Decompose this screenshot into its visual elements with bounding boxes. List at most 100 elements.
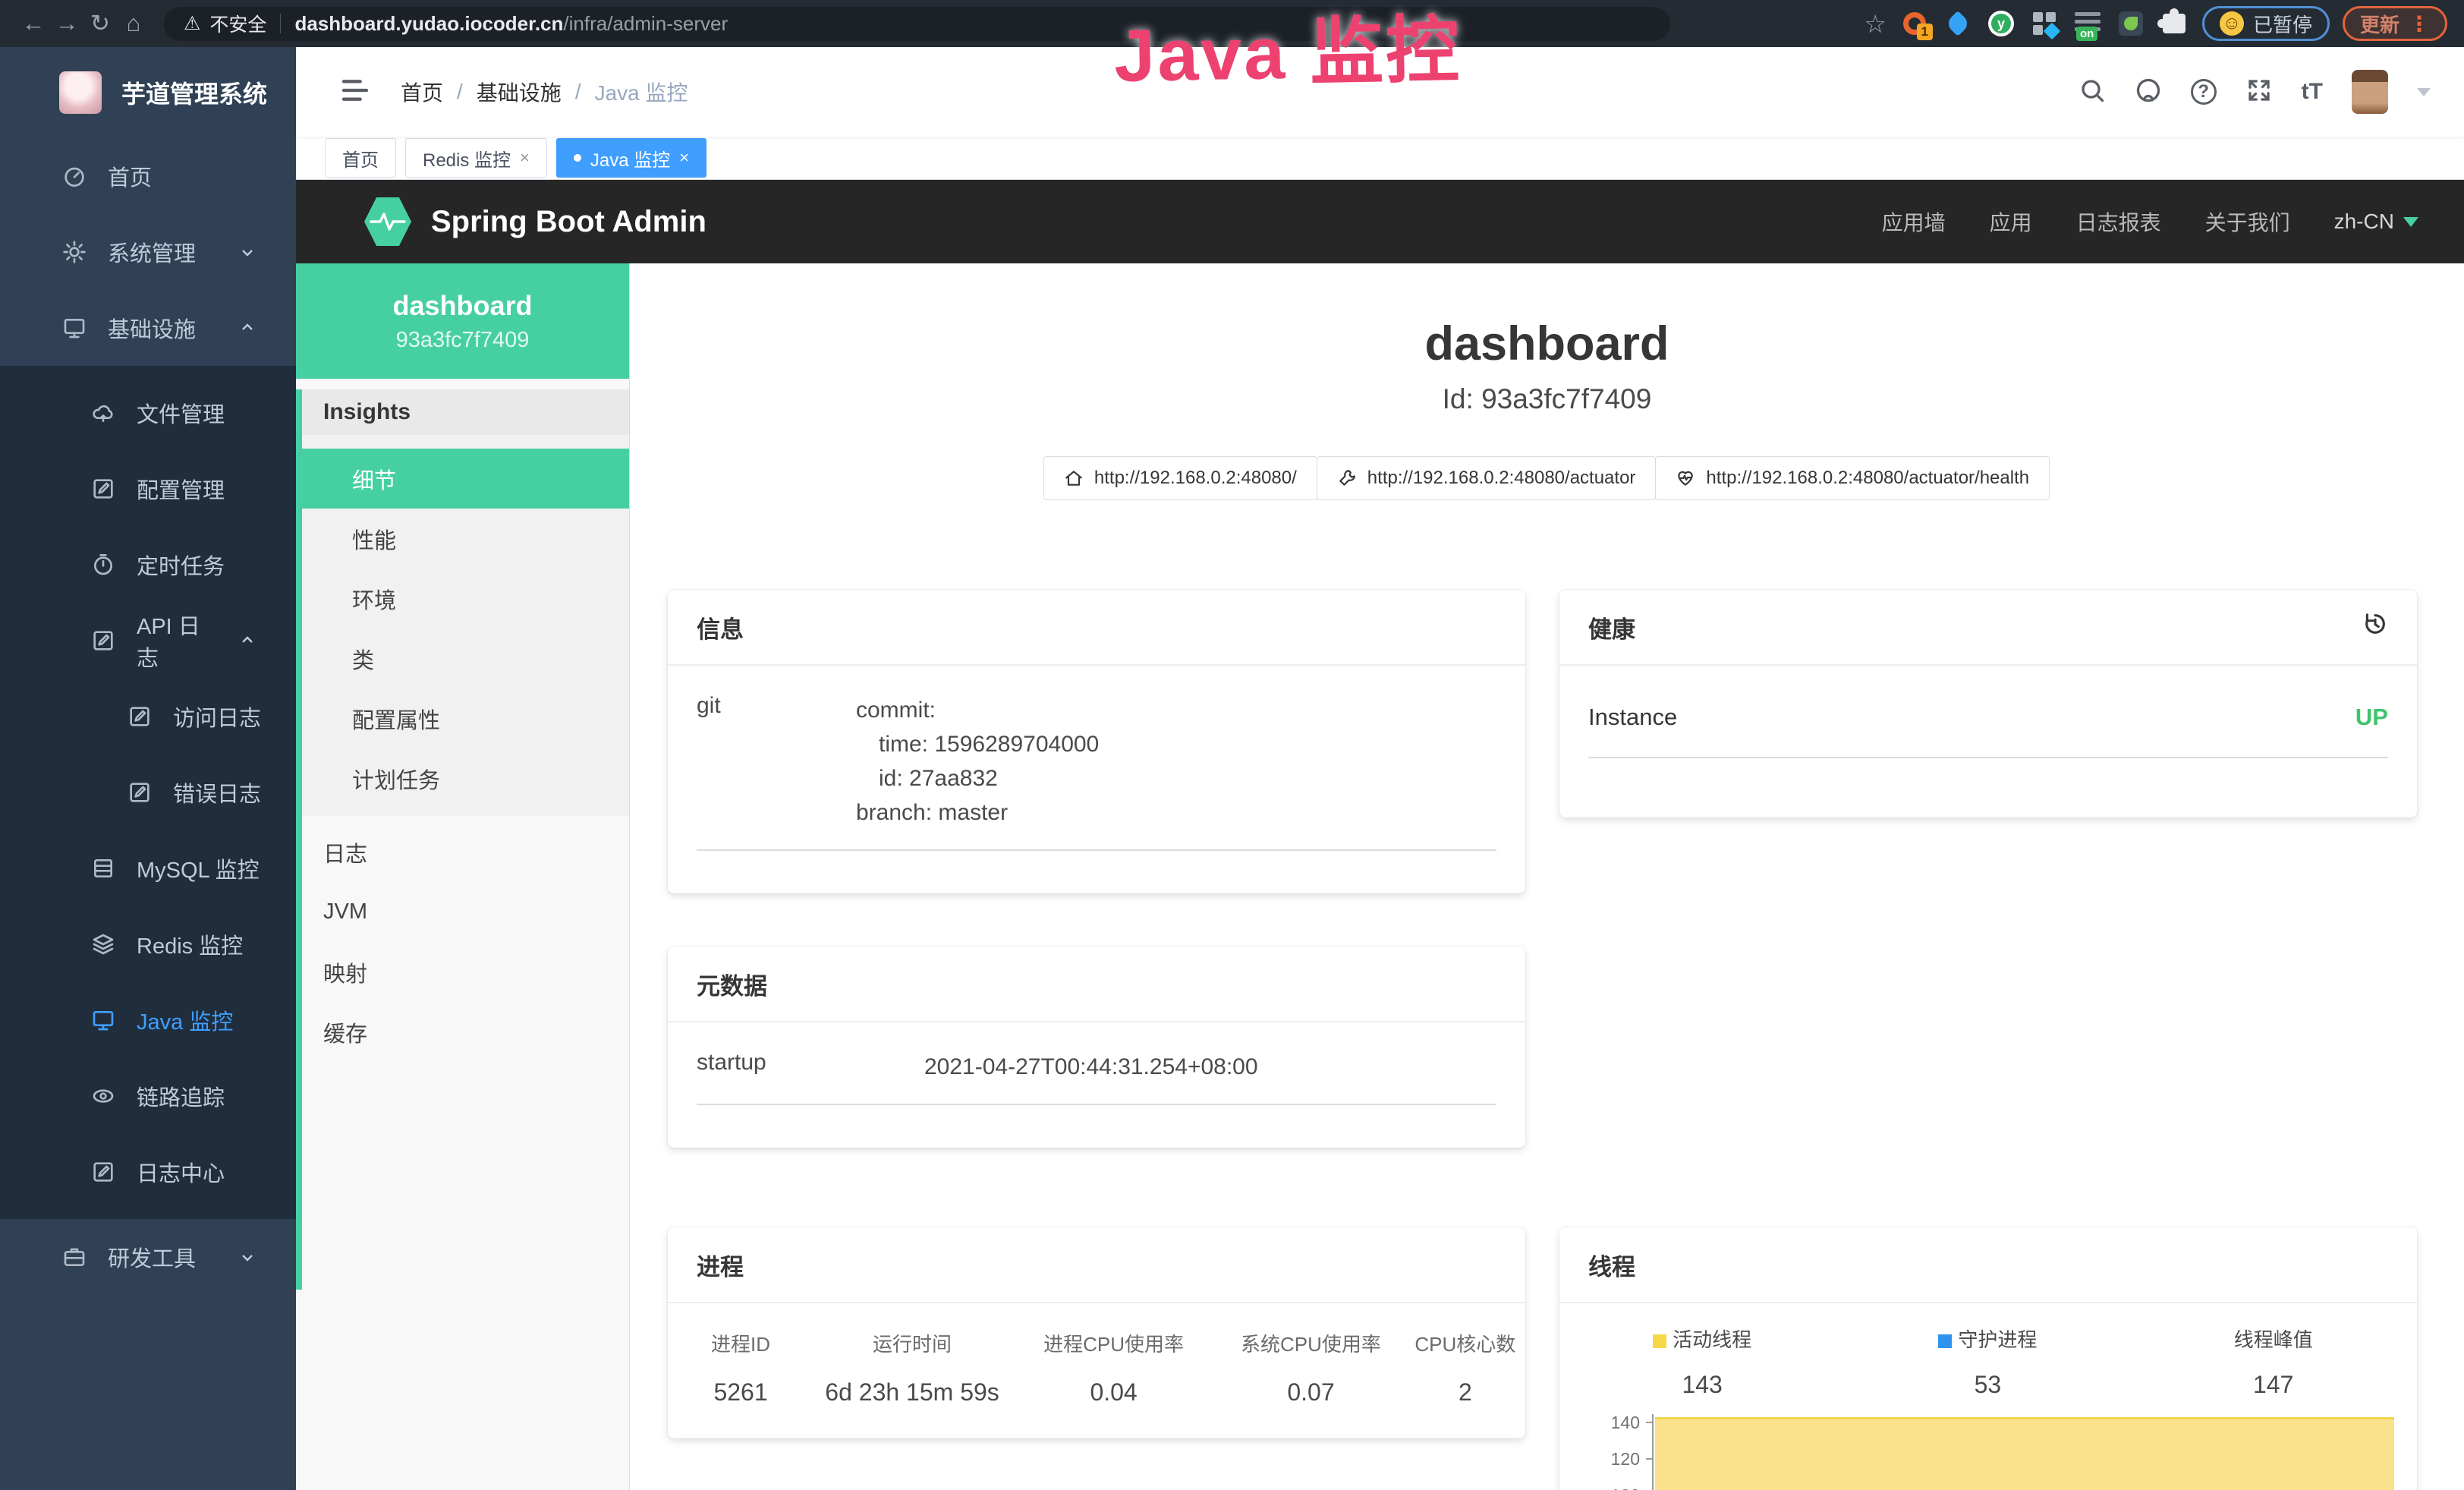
tab-label: Redis 监控 bbox=[423, 145, 511, 172]
tab-home[interactable]: 首页 bbox=[325, 138, 396, 178]
process-card: 进程 进程ID 5261 运行时间 6d 23h 15m 59s bbox=[668, 1227, 1525, 1438]
search-icon[interactable] bbox=[2079, 77, 2106, 108]
info-value: commit: time: 1596289704000 id: 27aa832 … bbox=[856, 693, 1496, 830]
health-instance-label: Instance bbox=[1588, 704, 1677, 731]
update-button[interactable]: 更新 ⋮ bbox=[2343, 6, 2447, 41]
breadcrumb-home[interactable]: 首页 bbox=[401, 77, 443, 107]
service-url-button[interactable]: http://192.168.0.2:48080/ bbox=[1043, 456, 1317, 500]
sidebar-item-config[interactable]: 配置管理 bbox=[0, 451, 296, 527]
menu-item-details[interactable]: 细节 bbox=[302, 449, 629, 509]
extension-grid-icon[interactable] bbox=[2029, 8, 2060, 39]
cpu-cores: CPU核心数 2 bbox=[1405, 1329, 1525, 1407]
card-title: 健康 bbox=[1588, 610, 1635, 644]
breadcrumb-infra[interactable]: 基础设施 bbox=[477, 77, 562, 107]
sba-nav-journal[interactable]: 日志报表 bbox=[2076, 206, 2161, 237]
actuator-url-button[interactable]: http://192.168.0.2:48080/actuator bbox=[1317, 456, 1657, 500]
instance-header[interactable]: dashboard 93a3fc7f7409 bbox=[296, 263, 629, 379]
extension-on-icon[interactable]: on bbox=[2072, 8, 2103, 39]
sidebar-item-tracing[interactable]: 链路追踪 bbox=[0, 1058, 296, 1134]
menu-item-classes[interactable]: 类 bbox=[302, 628, 629, 688]
chevron-down-icon bbox=[238, 1248, 256, 1266]
instance-links: http://192.168.0.2:48080/ http://192.168… bbox=[630, 456, 2464, 500]
health-url-button[interactable]: http://192.168.0.2:48080/actuator/health bbox=[1655, 456, 2050, 500]
legend-live-threads: 活动线程 bbox=[1559, 1325, 1845, 1353]
menu-item-logs[interactable]: 日志 bbox=[302, 822, 629, 882]
sidebar-item-api-log[interactable]: API 日志 bbox=[0, 603, 296, 679]
gauge-icon bbox=[62, 164, 87, 188]
extension-orange-icon[interactable]: 1 bbox=[1899, 8, 1930, 39]
extension-leaf-icon[interactable] bbox=[2116, 8, 2146, 39]
sba-nav-applications[interactable]: 应用 bbox=[1990, 206, 2032, 237]
url-host: dashboard.yudao.iocoder.cn bbox=[294, 12, 563, 36]
font-size-icon[interactable]: tT bbox=[2302, 79, 2323, 105]
threads-area-series bbox=[1655, 1417, 2394, 1490]
health-url: http://192.168.0.2:48080/actuator/health bbox=[1706, 468, 2029, 489]
close-icon[interactable]: × bbox=[520, 148, 530, 168]
sidebar-item-label: 访问日志 bbox=[173, 701, 261, 732]
menu-dots-icon[interactable]: ⋮ bbox=[2409, 11, 2430, 36]
sidebar-item-dev-tools[interactable]: 研发工具 bbox=[0, 1219, 296, 1295]
user-avatar[interactable] bbox=[2352, 70, 2388, 114]
sidebar-item-error-log[interactable]: 错误日志 bbox=[0, 754, 296, 830]
menu-item-jvm[interactable]: JVM bbox=[302, 882, 629, 942]
sidebar-item-infra[interactable]: 基础设施 bbox=[0, 290, 296, 366]
sidebar-item-label: 定时任务 bbox=[137, 549, 225, 581]
menu-item-config-props[interactable]: 配置属性 bbox=[302, 688, 629, 748]
annotation-text: Java 监控 bbox=[1113, 0, 1462, 102]
tab-redis-monitor[interactable]: Redis 监控 × bbox=[405, 138, 547, 178]
not-secure-icon: ⚠ bbox=[184, 12, 200, 35]
app-title: 芋道管理系统 bbox=[121, 75, 267, 110]
menu-item-environment[interactable]: 环境 bbox=[302, 569, 629, 628]
hamburger-icon[interactable] bbox=[340, 75, 370, 109]
chevron-up-icon bbox=[238, 319, 256, 337]
close-icon[interactable]: × bbox=[679, 148, 689, 168]
menu-item-caches[interactable]: 缓存 bbox=[302, 1002, 629, 1062]
help-icon[interactable]: ? bbox=[2191, 79, 2217, 105]
metadata-value: 2021-04-27T00:44:31.254+08:00 bbox=[924, 1050, 1496, 1084]
sba-nav-wallboard[interactable]: 应用墙 bbox=[1882, 206, 1946, 237]
update-label: 更新 bbox=[2360, 10, 2399, 38]
service-url: http://192.168.0.2:48080/ bbox=[1094, 468, 1297, 489]
menu-section-insights[interactable]: Insights bbox=[302, 389, 629, 435]
sidebar-item-system[interactable]: 系统管理 bbox=[0, 214, 296, 290]
sidebar-item-label: API 日志 bbox=[137, 609, 217, 673]
forward-icon[interactable]: → bbox=[50, 10, 83, 37]
sidebar-item-label: 首页 bbox=[108, 160, 152, 192]
bookmark-star-icon[interactable]: ☆ bbox=[1864, 9, 1887, 39]
edit-icon bbox=[91, 1160, 115, 1184]
menu-item-metrics[interactable]: 性能 bbox=[302, 509, 629, 569]
threads-card: 线程 活动线程 守护进程 线程峰值 bbox=[1559, 1227, 2417, 1490]
menu-item-scheduled-tasks[interactable]: 计划任务 bbox=[302, 748, 629, 808]
sba-brand[interactable]: Spring Boot Admin bbox=[431, 205, 706, 239]
chevron-up-icon bbox=[238, 632, 256, 650]
extension-y-icon[interactable]: y bbox=[1986, 8, 2016, 39]
sidebar-item-home[interactable]: 首页 bbox=[0, 138, 296, 214]
home-icon[interactable]: ⌂ bbox=[117, 10, 150, 37]
sidebar-item-label: 配置管理 bbox=[137, 473, 225, 505]
info-card: 信息 git commit: time: 1596289704000 id: 2… bbox=[668, 590, 1525, 893]
sidebar-item-jobs[interactable]: 定时任务 bbox=[0, 527, 296, 603]
app-logo bbox=[59, 71, 102, 114]
fullscreen-icon[interactable] bbox=[2245, 77, 2273, 108]
extensions-puzzle-icon[interactable] bbox=[2159, 8, 2189, 39]
breadcrumb-separator: / bbox=[457, 80, 463, 104]
back-icon[interactable]: ← bbox=[17, 10, 50, 37]
extension-pin-icon[interactable] bbox=[1943, 8, 1973, 39]
legend-peak-threads: 线程峰值 bbox=[2131, 1325, 2416, 1353]
reload-icon[interactable]: ↻ bbox=[83, 10, 117, 37]
tab-java-monitor[interactable]: Java 监控 × bbox=[556, 138, 706, 178]
github-icon[interactable] bbox=[2135, 77, 2162, 108]
sidebar-item-java-monitor[interactable]: Java 监控 bbox=[0, 982, 296, 1058]
locale-select[interactable]: zh-CN bbox=[2334, 209, 2418, 234]
paused-profile-badge[interactable]: ☺ 已暂停 bbox=[2202, 6, 2330, 41]
sidebar-item-files[interactable]: 文件管理 bbox=[0, 375, 296, 451]
sidebar-item-log-center[interactable]: 日志中心 bbox=[0, 1134, 296, 1210]
sidebar-item-access-log[interactable]: 访问日志 bbox=[0, 679, 296, 754]
sidebar-item-redis[interactable]: Redis 监控 bbox=[0, 906, 296, 982]
sba-nav-about[interactable]: 关于我们 bbox=[2205, 206, 2290, 237]
history-icon[interactable] bbox=[2362, 611, 2388, 643]
timer-icon bbox=[91, 553, 115, 577]
avatar-caret-icon[interactable] bbox=[2417, 88, 2431, 96]
sidebar-item-mysql[interactable]: MySQL 监控 bbox=[0, 830, 296, 906]
menu-item-mappings[interactable]: 映射 bbox=[302, 942, 629, 1002]
